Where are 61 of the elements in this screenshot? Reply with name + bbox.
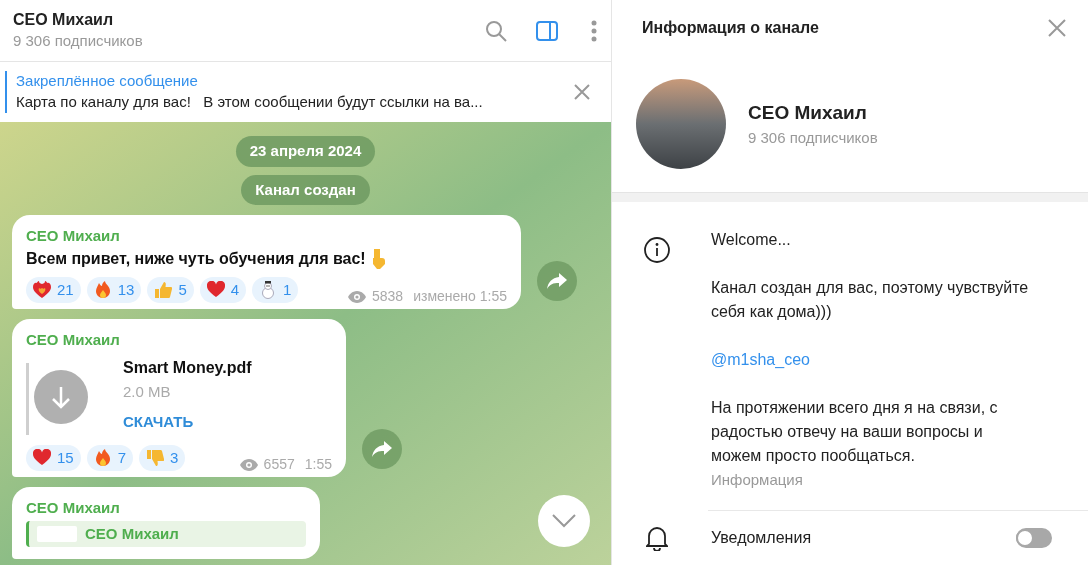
service-message: Канал создан bbox=[241, 174, 370, 205]
description-text: Канал создан для вас, поэтому чувствуйте себя как дома))) bbox=[711, 278, 1030, 322]
message-time: изменено 1:55 bbox=[413, 287, 507, 306]
fire-icon bbox=[93, 449, 112, 467]
info-icon bbox=[644, 237, 670, 263]
reaction-button[interactable]: 15 bbox=[26, 445, 81, 471]
reaction-button[interactable]: 3 bbox=[139, 445, 186, 471]
share-arrow-icon bbox=[372, 441, 392, 457]
subscriber-count: 9 306 подписчиков bbox=[748, 128, 878, 148]
view-count: 6557 bbox=[263, 455, 295, 474]
bell-icon bbox=[646, 525, 668, 551]
quote-thumbnail bbox=[37, 526, 77, 542]
reaction-button[interactable]: 4 bbox=[199, 277, 247, 303]
search-icon[interactable] bbox=[485, 19, 507, 42]
channel-name: СЕО Михаил bbox=[748, 101, 868, 125]
subscriber-count: 9 306 подписчиков bbox=[13, 30, 144, 51]
sidebar-toggle-icon[interactable] bbox=[536, 20, 558, 41]
author-name: СЕО Михаил bbox=[26, 330, 121, 350]
reaction-button[interactable]: 13 bbox=[86, 277, 142, 303]
pinned-label: Закреплённое сообщение bbox=[16, 71, 199, 91]
views-icon bbox=[348, 290, 366, 303]
message-time: 1:55 bbox=[304, 455, 332, 474]
flaming-heart-icon bbox=[33, 281, 51, 299]
reply-quote: СЕО Михаил bbox=[26, 521, 306, 547]
download-link[interactable]: СКАЧАТЬ bbox=[123, 409, 252, 435]
reaction-button[interactable]: 7 bbox=[86, 445, 134, 471]
channel-title: СЕО Михаил bbox=[13, 9, 115, 30]
forward-button[interactable] bbox=[362, 429, 402, 469]
download-icon[interactable] bbox=[34, 370, 88, 424]
message-text: Всем привет, ниже чуть обучения для вас! bbox=[26, 249, 366, 269]
reaction-button[interactable]: 21 bbox=[26, 277, 81, 303]
thumbs-up-icon bbox=[154, 281, 173, 299]
pinned-text: Карта по каналу для вас! В этом сообщении будут ссылки на ва... bbox=[16, 92, 484, 112]
close-icon[interactable] bbox=[574, 84, 590, 100]
reaction-button[interactable]: 1 bbox=[252, 277, 299, 303]
description-text: На протяжении всего дня я на связи, с радостью отвечу на ваши вопросы и можем просто пообщаться. bbox=[711, 398, 999, 466]
views-icon bbox=[239, 458, 258, 471]
description-label: Информация bbox=[711, 470, 804, 490]
heart-icon bbox=[206, 281, 225, 299]
service-message: 23 апреля 2024 bbox=[235, 136, 376, 167]
more-icon[interactable] bbox=[591, 19, 597, 42]
file-size: 2.0 MB bbox=[123, 382, 172, 402]
author-name: СЕО Михаил bbox=[26, 498, 121, 518]
close-icon[interactable] bbox=[1048, 19, 1066, 37]
pinned-message[interactable]: Закреплённое сообщение Карта по каналу для вас! В этом сообщении будут ссылки на ва... bbox=[5, 71, 574, 113]
description-text: Welcome... bbox=[711, 230, 792, 250]
forward-button[interactable] bbox=[537, 261, 577, 301]
thumbs-down-icon bbox=[146, 449, 165, 467]
chevron-down-icon bbox=[552, 514, 576, 528]
view-count: 5838 bbox=[372, 287, 404, 306]
username-link[interactable]: @m1sha_ceo bbox=[711, 348, 1036, 372]
scroll-down-button[interactable] bbox=[538, 495, 590, 547]
file-name: Smart Money.pdf bbox=[123, 358, 252, 378]
share-arrow-icon bbox=[547, 273, 567, 289]
fire-icon bbox=[93, 281, 112, 299]
author-name: СЕО Михаил bbox=[26, 226, 121, 246]
panel-title: Информация о канале bbox=[642, 18, 820, 38]
notifications-toggle[interactable] bbox=[1016, 528, 1052, 548]
reaction-button[interactable]: 5 bbox=[147, 277, 194, 303]
notifications-label: Уведомления bbox=[711, 528, 813, 548]
heart-icon bbox=[33, 449, 51, 467]
